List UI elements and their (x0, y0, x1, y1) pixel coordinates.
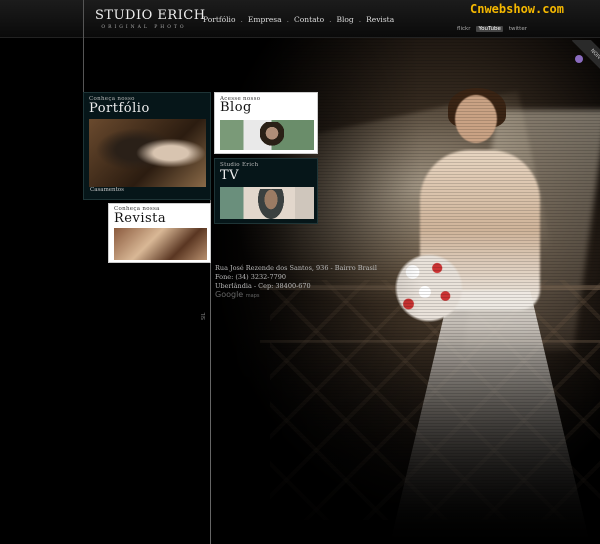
revista-thumbnail[interactable] (114, 228, 207, 260)
address-street: Rua José Rezende dos Santos, 936 - Bairr… (215, 264, 377, 272)
nav-separator: . (286, 15, 289, 24)
nav-separator: . (240, 15, 243, 24)
flickr-icon[interactable]: flickr (457, 26, 470, 32)
twitter-icon[interactable]: twitter (509, 26, 527, 32)
logo-subtitle: ORIGINAL PHOTO (101, 25, 187, 30)
revista-panel[interactable]: Conheça nossa Revista (108, 203, 211, 263)
side-label: SIL (201, 312, 207, 320)
nav-blog[interactable]: Blog (336, 15, 353, 24)
address-block: Rua José Rezende dos Santos, 936 - Bairr… (215, 264, 377, 291)
logo-title: STUDIO ERICH (95, 8, 206, 23)
google-maps-link[interactable]: Google maps (215, 290, 259, 299)
google-maps-logo: Google (215, 290, 244, 299)
portfolio-thumbnail[interactable] (89, 119, 206, 187)
blog-title: Blog (220, 100, 252, 115)
revista-title: Revista (114, 211, 167, 226)
ribbon-badge-icon (575, 55, 583, 63)
main-nav: Portfólio . Empresa . Contato . Blog . R… (203, 15, 394, 24)
nav-empresa[interactable]: Empresa (248, 15, 282, 24)
studio-logo[interactable]: STUDIO ERICH ORIGINAL PHOTO (95, 8, 206, 34)
tv-thumbnail[interactable] (220, 187, 314, 219)
portfolio-title: Portfólio (89, 101, 150, 116)
address-phone: Fone: (34) 3232-7790 (215, 273, 287, 281)
nav-contato[interactable]: Contato (294, 15, 324, 24)
blog-thumbnail[interactable] (220, 120, 314, 150)
portfolio-panel[interactable]: Conheça nosso Portfólio Casamentos (83, 92, 211, 200)
youtube-icon[interactable]: YouTube (476, 26, 503, 32)
tv-panel[interactable]: Studio Erich TV (214, 158, 318, 224)
divider-line-top (83, 0, 84, 95)
google-maps-suffix: maps (245, 293, 260, 299)
nav-portfolio[interactable]: Portfólio (203, 15, 235, 24)
tv-title: TV (220, 168, 240, 183)
nav-separator: . (358, 15, 362, 24)
social-links: flickr YouTube twitter (457, 26, 527, 32)
nav-separator: . (329, 15, 332, 24)
portfolio-caption[interactable]: Casamentos (90, 187, 124, 193)
nav-revista[interactable]: Revista (366, 15, 394, 24)
blog-panel[interactable]: Acesse nosso Blog (214, 92, 318, 154)
watermark: Cnwebshow.com (470, 2, 564, 16)
